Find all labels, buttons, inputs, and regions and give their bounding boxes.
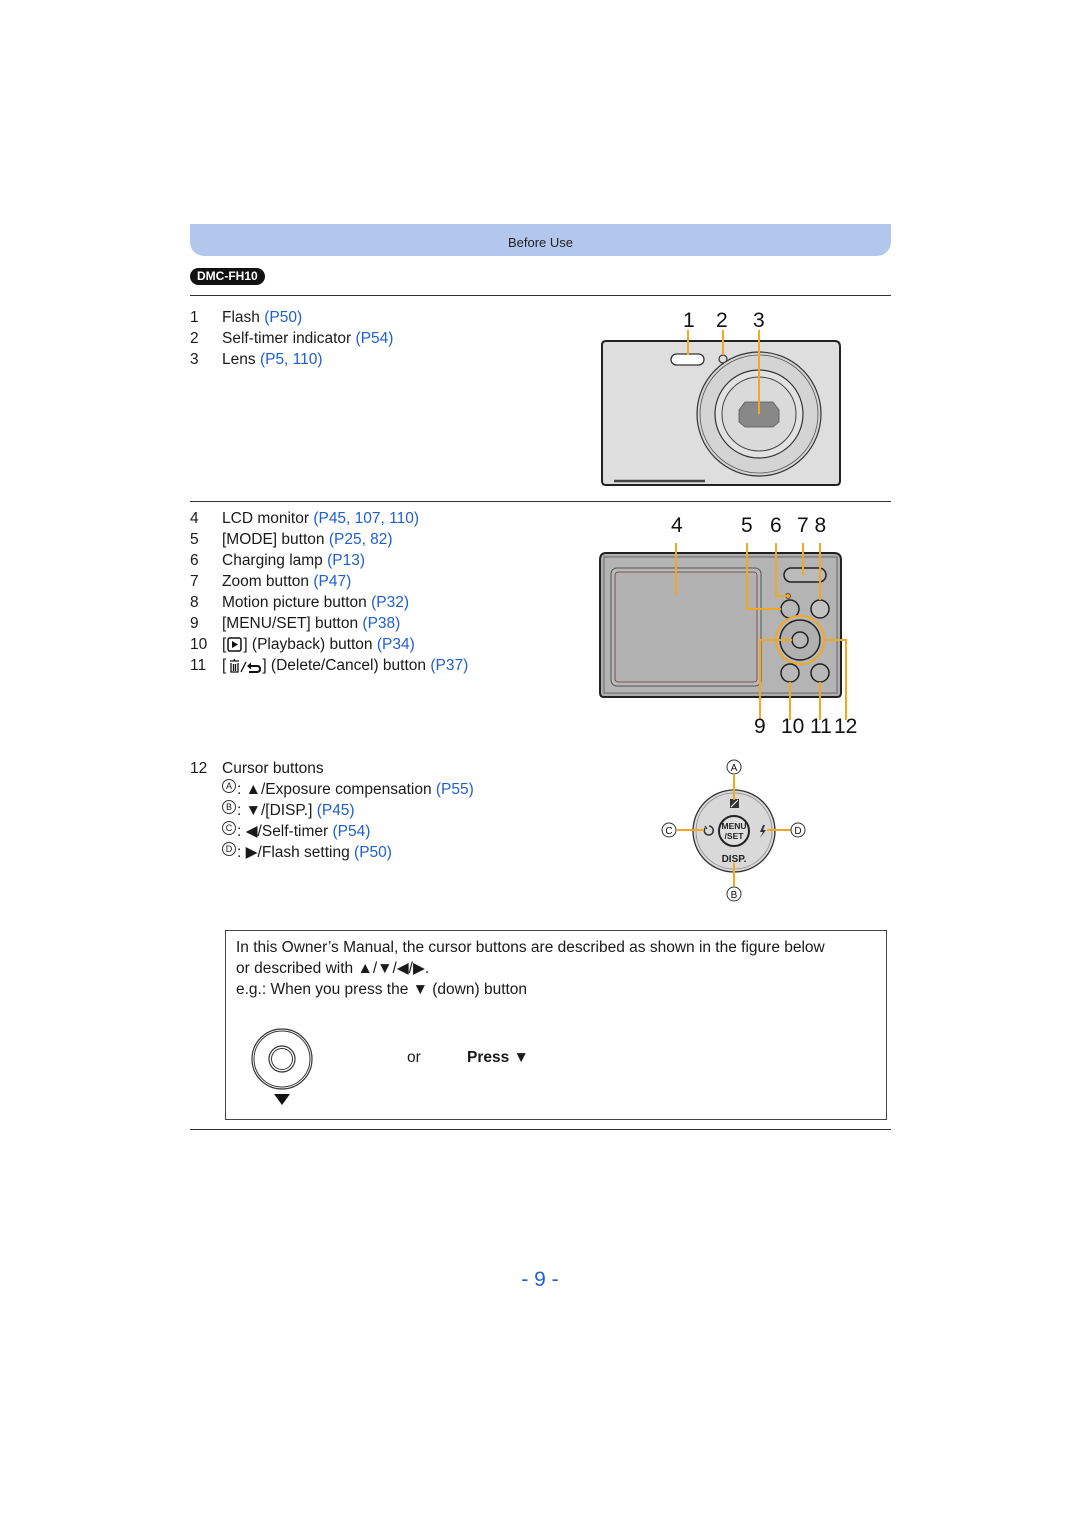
key-b-badge: B <box>222 800 236 814</box>
list-item: 4 LCD monitor (P45, 107, 110) <box>190 508 420 529</box>
divider <box>190 501 891 502</box>
list-item: 9 [MENU/SET] button (P38) <box>190 613 401 634</box>
list-item: 6 Charging lamp (P13) <box>190 550 366 571</box>
list-item: C: ◀/Self-timer (P54) <box>190 821 474 842</box>
cursor-down-example-icon <box>251 1028 313 1105</box>
svg-text:A: A <box>731 763 738 774</box>
callout-number: 11 <box>810 715 832 738</box>
list-item: A: ▲/Exposure compensation (P55) <box>190 779 474 800</box>
page-ref-link[interactable]: (P37) <box>430 655 468 676</box>
section-title: Before Use <box>507 235 574 250</box>
page-number: - 9 - <box>521 1268 559 1291</box>
list-item: 5 [MODE] button (P25, 82) <box>190 529 393 550</box>
motion-picture-button <box>810 599 830 619</box>
front-parts-list: 1 Flash (P50) 2 Self-timer indicator (P54)… <box>190 307 393 370</box>
callout-number: 4 <box>671 514 683 537</box>
back-parts-list: 4 LCD monitor (P45, 107, 110) 5 [MODE] but… <box>190 508 468 676</box>
page-ref-link[interactable]: (P34) <box>377 634 415 655</box>
callout-number: 6 <box>770 514 782 537</box>
delete-cancel-icon <box>230 658 262 673</box>
callout-number: 1 <box>683 309 695 332</box>
key-d-badge: D <box>222 842 236 856</box>
list-item: 3 Lens (P5, 110) <box>190 349 323 370</box>
page-ref-link[interactable]: (P13) <box>327 550 365 571</box>
callout-number: 10 <box>781 715 805 738</box>
lcd-monitor <box>614 571 758 683</box>
page-ref-link[interactable]: (P55) <box>436 779 474 800</box>
list-item: 11[] (Delete/Cancel) button (P37) <box>190 655 469 676</box>
camera-front-illustration <box>601 330 841 486</box>
callout-number: 3 <box>753 309 765 332</box>
list-item: 7 Zoom button (P47) <box>190 571 352 592</box>
list-item: 1 Flash (P50) <box>190 307 303 328</box>
model-badge: DMC-FH10 <box>190 268 265 285</box>
list-item: 10[] (Playback) button (P34) <box>190 634 415 655</box>
menu-set-button <box>791 631 809 649</box>
note-box: In this Owner’s Manual, the cursor butto… <box>225 930 887 1120</box>
list-item: 12 Cursor buttons <box>190 760 324 777</box>
svg-text:B: B <box>731 890 738 901</box>
divider <box>190 295 891 296</box>
or-label: or <box>407 1049 421 1066</box>
page-ref-link[interactable]: (P50) <box>264 307 302 328</box>
list-item: B: ▼/[DISP.] (P45) <box>190 800 474 821</box>
list-item: 8 Motion picture button (P32) <box>190 592 409 613</box>
key-a-badge: A <box>222 779 236 793</box>
flash-window <box>670 353 705 366</box>
delete-cancel-button <box>810 663 830 683</box>
callout-number: 5 <box>741 514 753 537</box>
page-ref-link[interactable]: (P54) <box>356 328 394 349</box>
set-label: /SET <box>725 831 745 841</box>
list-item: D: ▶/Flash setting (P50) <box>190 842 474 863</box>
page-ref-link[interactable]: (P54) <box>332 821 370 842</box>
press-down-label: Press ▼ <box>467 1049 529 1066</box>
callout-number: 9 <box>754 715 766 738</box>
page-ref-link[interactable]: (P47) <box>313 571 351 592</box>
playback-button <box>780 663 800 683</box>
callout-number: 12 <box>834 715 858 738</box>
callout-number: 7 8 <box>797 514 827 537</box>
cursor-buttons-list: 12 Cursor buttons A: ▲/Exposure compensat… <box>190 758 474 863</box>
page-ref-link[interactable]: (P45) <box>317 800 355 821</box>
callout-number: 2 <box>716 309 728 332</box>
page-ref-link[interactable]: (P5, 110) <box>260 349 323 370</box>
playback-icon <box>227 637 243 652</box>
divider <box>190 1129 891 1130</box>
exposure-compensation-icon <box>730 799 739 808</box>
menu-label: MENU <box>721 821 746 831</box>
charging-lamp <box>785 593 791 599</box>
note-text: In this Owner’s Manual, the cursor butto… <box>236 939 825 998</box>
svg-text:D: D <box>794 826 801 837</box>
camera-back-illustration <box>599 543 847 720</box>
page-ref-link[interactable]: (P45, 107, 110) <box>313 508 419 529</box>
key-c-badge: C <box>222 821 236 835</box>
list-item: 2 Self-timer indicator (P54) <box>190 328 394 349</box>
svg-text:C: C <box>665 826 672 837</box>
page-ref-link[interactable]: (P25, 82) <box>329 529 393 550</box>
down-arrow-icon <box>274 1094 290 1105</box>
cursor-buttons-diagram: MENU /SET DISP. A B C D <box>661 759 806 902</box>
page-ref-link[interactable]: (P38) <box>362 613 400 634</box>
page-ref-link[interactable]: (P50) <box>354 842 392 863</box>
section-header-bar: Before Use <box>190 224 891 256</box>
page-ref-link[interactable]: (P32) <box>371 592 409 613</box>
